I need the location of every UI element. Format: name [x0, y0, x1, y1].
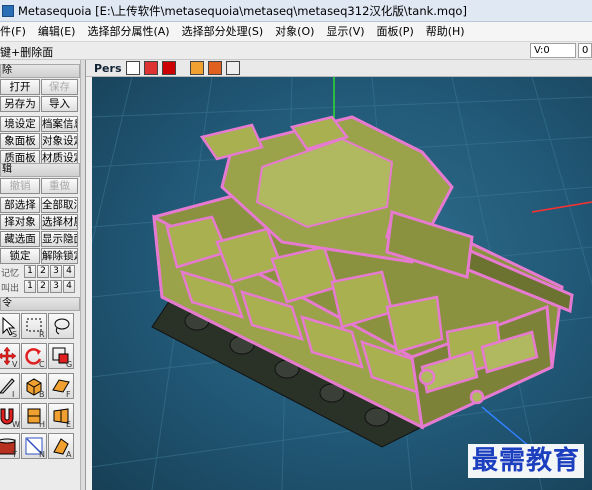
tool-key-label: N	[39, 450, 45, 459]
knife-tool-button[interactable]: I	[0, 373, 20, 399]
file-info-button[interactable]: 档案信息	[41, 116, 78, 132]
recall-slot-4[interactable]: 4	[63, 280, 75, 293]
rect-select-tool-button[interactable]: R	[21, 313, 47, 339]
edge-tool-button[interactable]: E	[48, 403, 74, 429]
rotate-tool-button[interactable]: C	[21, 343, 47, 369]
redo-button[interactable]: 重做	[41, 178, 78, 194]
command-panel: 除 打开 保存 另存为 导入 境设定 档案信息 象面板 对象设定 质面板 材质设…	[0, 60, 86, 490]
import-button[interactable]: 导入	[41, 96, 78, 112]
select-material-button[interactable]: 选择材质	[41, 214, 78, 230]
hide-selected-button[interactable]: 藏选面	[0, 231, 40, 247]
x-axis	[531, 201, 592, 213]
memory-slot-3[interactable]: 3	[50, 265, 62, 278]
tank-model-render[interactable]	[92, 77, 592, 490]
memory-label: 记忆	[1, 269, 20, 279]
recall-slot-3[interactable]: 3	[50, 280, 62, 293]
face-tool-button[interactable]: H	[21, 403, 47, 429]
grid-toggle-icon[interactable]	[126, 61, 140, 75]
memory-slot-2[interactable]: 2	[37, 265, 49, 278]
viewport-frame: Pers 最需教育	[86, 60, 592, 490]
lasso-icon	[54, 318, 70, 335]
menu-view[interactable]: 显示(V)	[320, 22, 370, 42]
plane-tool-button[interactable]: F	[48, 373, 74, 399]
tool-key-label: G	[66, 360, 73, 369]
unlock-button[interactable]: 解除锁定	[41, 248, 78, 264]
open-button[interactable]: 打开	[0, 79, 40, 95]
save-button[interactable]: 保存	[41, 79, 78, 95]
face-toggle-icon[interactable]	[162, 61, 176, 75]
menu-edit[interactable]: 编辑(E)	[32, 22, 82, 42]
wire-toggle-icon[interactable]	[144, 61, 158, 75]
tool-key-label: S	[12, 330, 18, 339]
watermark: 最需教育	[467, 444, 584, 478]
view-camera-icon[interactable]	[190, 61, 204, 75]
edit-section-header[interactable]: 辑	[0, 163, 80, 177]
tool-key-label: C	[39, 360, 45, 369]
memory-slot-4[interactable]: 4	[63, 265, 75, 278]
select-object-button[interactable]: 择对象	[0, 214, 40, 230]
memory-slot-1[interactable]: 1	[24, 265, 36, 278]
tool-key-label: W	[12, 420, 20, 429]
file-section-header[interactable]: 除	[0, 64, 80, 78]
recall-slot-1[interactable]: 1	[24, 280, 36, 293]
tool-key-label: T	[12, 450, 17, 459]
move-tool-button[interactable]: V	[0, 343, 20, 369]
recall-slot-2[interactable]: 2	[37, 280, 49, 293]
recall-label: 叫出	[1, 284, 20, 294]
menu-bar: 件(F) 编辑(E) 选择部分属性(A) 选择部分处理(S) 对象(O) 显示(…	[0, 22, 592, 42]
tool-key-label: H	[39, 420, 46, 429]
view-light-icon[interactable]	[208, 61, 222, 75]
show-hidden-button[interactable]: 显示隐面	[41, 231, 78, 247]
coordinate-field-2[interactable]: 0	[578, 43, 592, 58]
object-settings-button[interactable]: 对象设定	[41, 133, 78, 149]
line-tool-button[interactable]: N	[21, 433, 47, 459]
tool-key-label: V	[12, 360, 18, 369]
scale-tool-button[interactable]: G	[48, 343, 74, 369]
window-title: Metasequoia [E:\上传软件\metasequoia\metaseq…	[18, 3, 467, 18]
view-mode-label[interactable]: Pers	[94, 62, 122, 75]
select-all-button[interactable]: 部选择	[0, 197, 40, 213]
paint-tool-button[interactable]: T	[0, 433, 20, 459]
app-icon	[2, 4, 14, 17]
menu-panel[interactable]: 面板(P)	[371, 22, 420, 42]
tool-key-label: F	[66, 390, 71, 399]
menu-selection-attributes[interactable]: 选择部分属性(A)	[81, 22, 175, 42]
bend-tool-button[interactable]: A	[48, 433, 74, 459]
viewport-header: Pers	[86, 60, 592, 77]
coordinate-field[interactable]: V:0	[530, 43, 576, 58]
environment-settings-button[interactable]: 境设定	[0, 116, 40, 132]
tool-key-label: R	[39, 330, 45, 339]
3d-viewport[interactable]: 最需教育	[92, 77, 592, 490]
lock-button[interactable]: 锁定	[0, 248, 40, 264]
menu-object[interactable]: 对象(O)	[269, 22, 320, 42]
save-as-button[interactable]: 另存为	[0, 96, 40, 112]
undo-button[interactable]: 撤销	[0, 178, 40, 194]
magnet-tool-button[interactable]: W	[0, 403, 20, 429]
deselect-all-button[interactable]: 全部取消	[41, 197, 78, 213]
lasso-tool-button[interactable]	[48, 313, 74, 339]
tool-key-label: B	[39, 390, 45, 399]
operation-hint: 键+删除面	[0, 46, 54, 59]
knife-icon	[0, 378, 15, 394]
box-tool-button[interactable]: B	[21, 373, 47, 399]
select-tool-button[interactable]: S	[0, 313, 20, 339]
tool-key-label: E	[66, 420, 72, 429]
object-panel-button[interactable]: 象面板	[0, 133, 40, 149]
tool-key-label: A	[66, 450, 72, 459]
command-section-header[interactable]: 令	[0, 297, 80, 311]
status-toolbar: 键+删除面 V:0 0	[0, 42, 592, 60]
title-bar: Metasequoia [E:\上传软件\metasequoia\metaseq…	[0, 0, 592, 22]
menu-selection-process[interactable]: 选择部分处理(S)	[176, 22, 270, 42]
view-reset-icon[interactable]	[226, 61, 240, 75]
menu-file[interactable]: 件(F)	[0, 22, 32, 42]
tool-key-label: I	[12, 390, 15, 399]
menu-help[interactable]: 帮助(H)	[420, 22, 471, 42]
